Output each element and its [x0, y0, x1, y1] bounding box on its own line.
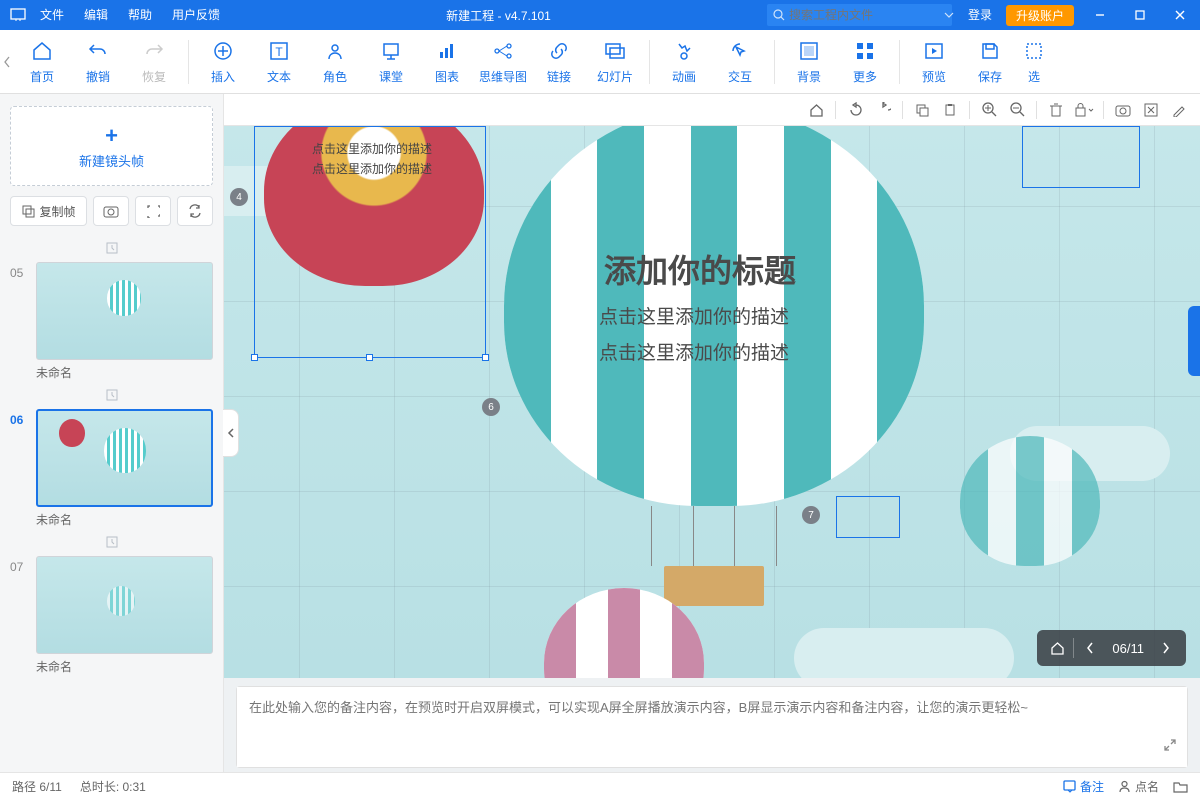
main-toolbar: 首页 撤销 恢复 插入 T文本 角色 课堂 图表 思维导图 链接 幻灯片 动画 …: [0, 30, 1200, 94]
snapshot-icon[interactable]: [1110, 97, 1136, 123]
more-button[interactable]: 更多: [837, 32, 893, 92]
insert-button[interactable]: 插入: [195, 32, 251, 92]
home-button[interactable]: 首页: [14, 32, 70, 92]
redo-button[interactable]: 恢复: [126, 32, 182, 92]
app-logo-icon: [6, 5, 30, 25]
expand-icon[interactable]: [1163, 738, 1177, 757]
nav-home-icon[interactable]: [1043, 634, 1071, 662]
upgrade-button[interactable]: 升级账户: [1006, 5, 1074, 26]
paste-icon[interactable]: [937, 97, 963, 123]
preview-button[interactable]: 预览: [906, 32, 962, 92]
balloon-teal-main[interactable]: [504, 126, 924, 606]
chevron-down-icon[interactable]: [944, 12, 954, 18]
scan-button[interactable]: [135, 196, 171, 226]
panel-collapse-handle[interactable]: [223, 409, 239, 457]
refresh-button[interactable]: [177, 196, 213, 226]
thumb-07[interactable]: 07 未命名: [10, 556, 213, 675]
selection-box-top-left[interactable]: [254, 126, 486, 358]
thumb-05[interactable]: 05 未命名: [10, 262, 213, 381]
notes-input[interactable]: [237, 687, 1187, 767]
fit-icon[interactable]: [1138, 97, 1164, 123]
status-folder-icon[interactable]: [1173, 780, 1188, 793]
status-remark-button[interactable]: 备注: [1063, 778, 1104, 795]
copy-icon[interactable]: [909, 97, 935, 123]
camera-button[interactable]: [93, 196, 129, 226]
anim-button[interactable]: 动画: [656, 32, 712, 92]
menu-file[interactable]: 文件: [30, 0, 74, 30]
canvas-nav-pill: 06/11: [1037, 630, 1186, 666]
window-maximize-button[interactable]: [1120, 0, 1160, 30]
search-icon: [773, 9, 785, 21]
marker-6[interactable]: 6: [482, 398, 500, 416]
delete-icon[interactable]: [1043, 97, 1069, 123]
search-box[interactable]: [767, 4, 952, 26]
text-button[interactable]: T文本: [251, 32, 307, 92]
role-button[interactable]: 角色: [307, 32, 363, 92]
canvas-title[interactable]: 添加你的标题: [604, 246, 796, 292]
link-button[interactable]: 链接: [531, 32, 587, 92]
canvas-desc-2[interactable]: 点击这里添加你的描述: [599, 338, 789, 365]
canvas-desc-1[interactable]: 点击这里添加你的描述: [599, 302, 789, 329]
menu-edit[interactable]: 编辑: [74, 0, 118, 30]
window-close-button[interactable]: [1160, 0, 1200, 30]
rotate-left-icon[interactable]: [842, 97, 868, 123]
interact-button[interactable]: 交互: [712, 32, 768, 92]
status-duration: 总时长: 0:31: [80, 778, 146, 795]
marker-4[interactable]: 4: [230, 188, 248, 206]
thumb-separator-icon: [10, 242, 213, 254]
canvas[interactable]: 点击这里添加你的描述点击这里添加你的描述 4 6 7 添加你的标题 点击这里添加…: [224, 126, 1200, 678]
status-dianming-button[interactable]: 点名: [1118, 778, 1159, 795]
nav-prev-icon[interactable]: [1076, 634, 1104, 662]
canvas-area: 点击这里添加你的描述点击这里添加你的描述 4 6 7 添加你的标题 点击这里添加…: [224, 94, 1200, 772]
login-button[interactable]: 登录: [960, 0, 1000, 30]
slide-button[interactable]: 幻灯片: [587, 32, 643, 92]
mindmap-button[interactable]: 思维导图: [475, 32, 531, 92]
status-path: 路径 6/11: [12, 778, 62, 795]
balloon-pink: [544, 588, 704, 678]
selection-box-top-right[interactable]: [1022, 126, 1140, 188]
menu-feedback[interactable]: 用户反馈: [162, 0, 230, 30]
canvas-toolbar: [224, 94, 1200, 126]
thumb-06[interactable]: 06 未命名: [10, 409, 213, 528]
search-input[interactable]: [789, 8, 944, 22]
edit-icon[interactable]: [1166, 97, 1192, 123]
svg-text:T: T: [275, 45, 283, 59]
slide-panel: + 新建镜头帧 复制帧 05 未命名 06 未命名 07 未命名: [0, 94, 224, 772]
new-frame-button[interactable]: + 新建镜头帧: [10, 106, 213, 186]
plus-icon: +: [105, 123, 118, 149]
window-minimize-button[interactable]: [1080, 0, 1120, 30]
zoom-out-icon[interactable]: [1004, 97, 1030, 123]
right-side-tab[interactable]: [1188, 126, 1200, 666]
rotate-right-icon[interactable]: [870, 97, 896, 123]
thumb-separator-icon: [10, 536, 213, 548]
chart-button[interactable]: 图表: [419, 32, 475, 92]
class-button[interactable]: 课堂: [363, 32, 419, 92]
zoom-in-icon[interactable]: [976, 97, 1002, 123]
nav-next-icon[interactable]: [1152, 634, 1180, 662]
balloon-teal-small: [960, 436, 1100, 566]
menu-help[interactable]: 帮助: [118, 0, 162, 30]
window-title: 新建工程 - v4.7.101: [230, 7, 767, 24]
toolbar-prev-icon[interactable]: [0, 56, 14, 68]
notes-area: [236, 686, 1188, 768]
status-bar: 路径 6/11 总时长: 0:31 备注 点名: [0, 772, 1200, 800]
bg-button[interactable]: 背景: [781, 32, 837, 92]
nav-counter: 06/11: [1106, 641, 1150, 656]
save-button[interactable]: 保存: [962, 32, 1018, 92]
copy-frame-button[interactable]: 复制帧: [10, 196, 87, 226]
lock-icon[interactable]: [1071, 97, 1097, 123]
canvas-home-icon[interactable]: [803, 97, 829, 123]
undo-button[interactable]: 撤销: [70, 32, 126, 92]
titlebar: 文件 编辑 帮助 用户反馈 新建工程 - v4.7.101 登录 升级账户: [0, 0, 1200, 30]
select-button[interactable]: 选: [1018, 32, 1050, 92]
thumb-separator-icon: [10, 389, 213, 401]
